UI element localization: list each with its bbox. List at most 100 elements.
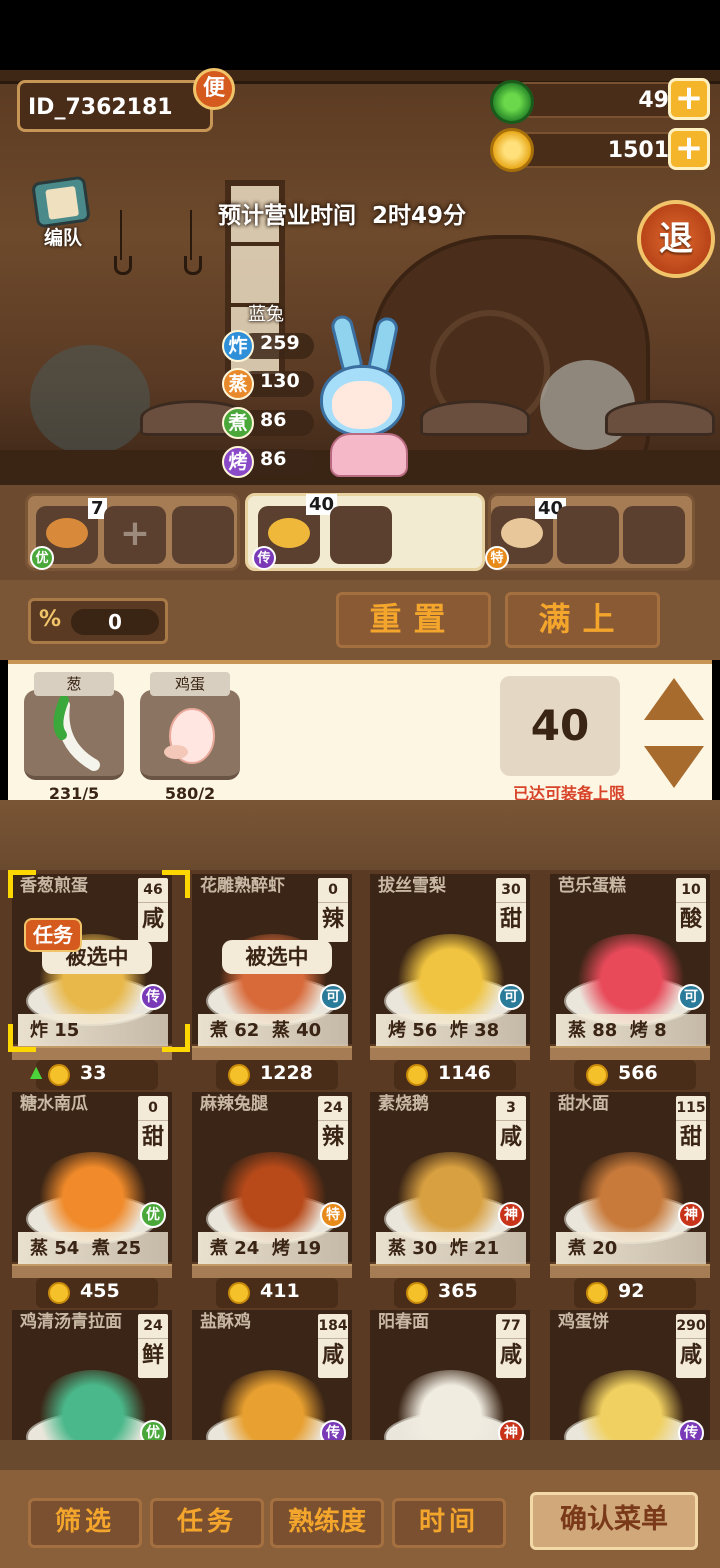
stat-steam: 蒸 130: [222, 368, 314, 400]
recipe-card[interactable]: 阳春面 77 咸神: [370, 1310, 530, 1440]
rarity-badge: 特: [485, 546, 509, 570]
empty-slot[interactable]: [172, 506, 234, 564]
attribute-text: 煮 20: [568, 1238, 618, 1259]
percent-sign: % 0: [28, 598, 168, 644]
coin-icon: [48, 1282, 70, 1304]
flavor-label: 酸: [676, 902, 706, 937]
shelf: [370, 1046, 530, 1060]
upgrade-arrow-icon: ▲: [30, 1062, 43, 1081]
bottom-bar: 筛选 任务 熟练度 时间 确认菜单: [0, 1440, 720, 1568]
flavor-label: 甜: [676, 1120, 706, 1155]
rarity-badge: 可: [498, 984, 524, 1010]
decrease-arrow-icon[interactable]: [644, 746, 704, 788]
rarity-badge: 传: [252, 546, 276, 570]
price-tag: 566: [574, 1060, 696, 1090]
recipe-card[interactable]: 甜水面 115 甜神煮 20 92: [550, 1092, 710, 1308]
price-value: 455: [80, 1280, 120, 1302]
slot-group-3[interactable]: 特 40: [485, 493, 695, 571]
recipe-name: 阳春面: [378, 1312, 429, 1332]
price-value: 566: [618, 1062, 658, 1084]
recipe-card[interactable]: 拔丝雪梨 30 甜可烤 56 炸 38 1146: [370, 874, 530, 1090]
recipe-card[interactable]: 素烧鹅 3 咸神蒸 30 炸 21 365: [370, 1092, 530, 1308]
coin-icon: [48, 1064, 70, 1086]
bunny-chef-character[interactable]: [310, 313, 425, 477]
add-dish-slot[interactable]: +: [104, 506, 166, 564]
exit-button[interactable]: 退: [637, 200, 715, 278]
cooking-attributes: 蒸 30 炸 21: [376, 1232, 526, 1264]
recipe-card[interactable]: 花雕熟醉虾 0 辣可被选中煮 62 蒸 40 1228: [192, 874, 352, 1090]
cooking-attributes: 烤 56 炸 38: [376, 1014, 526, 1046]
filter-button[interactable]: 筛选: [28, 1498, 142, 1548]
dish-thumbnail: [268, 518, 310, 548]
reset-button[interactable]: 重置: [336, 592, 491, 648]
team-label: 编队: [43, 227, 82, 249]
rarity-badge: 传: [320, 1420, 346, 1440]
shelf: [192, 1264, 352, 1278]
ingredient-scallion[interactable]: 葱 231/5: [24, 672, 124, 803]
shelf: [12, 1046, 172, 1060]
price-tag: 411: [216, 1278, 338, 1308]
convenience-badge[interactable]: 便: [193, 68, 235, 110]
coin-icon: [490, 128, 534, 172]
fill-up-button[interactable]: 满上: [505, 592, 660, 648]
proficiency-count: 290: [676, 1318, 706, 1334]
proficiency-count: 24: [323, 1100, 343, 1116]
proficiency-filter-button[interactable]: 熟练度: [270, 1498, 384, 1548]
empty-slot[interactable]: [330, 506, 392, 564]
recipe-name: 甜水面: [558, 1094, 609, 1114]
recipe-card[interactable]: 盐酥鸡 184 咸传: [192, 1310, 352, 1440]
proficiency-count: 30: [501, 882, 521, 898]
recipe-card[interactable]: 麻辣兔腿 24 辣特煮 24 烤 19 411: [192, 1092, 352, 1308]
recipe-card[interactable]: 鸡清汤青拉面 24 鲜优: [12, 1310, 172, 1440]
rarity-badge: 优: [140, 1202, 166, 1228]
recipe-name: 麻辣兔腿: [200, 1094, 268, 1114]
recipe-card[interactable]: 芭乐蛋糕 10 酸可蒸 88 烤 8 566: [550, 874, 710, 1090]
flavor-tag: 290 咸: [676, 1314, 706, 1378]
slot-group-1[interactable]: 优 7 +: [25, 493, 240, 571]
team-button[interactable]: 编队: [28, 175, 98, 249]
recipe-card[interactable]: 香葱煎蛋 46 咸传被选中 任务炸 15 33 ▲: [8, 870, 190, 1090]
flavor-tag: 0辣: [318, 878, 348, 942]
flavor-tag: 77 咸: [496, 1314, 526, 1378]
confirm-menu-button[interactable]: 确认菜单: [530, 1492, 698, 1550]
add-coin-button[interactable]: +: [668, 128, 710, 170]
task-filter-button[interactable]: 任务: [150, 1498, 264, 1548]
recipe-card[interactable]: 鸡蛋饼 290 咸传: [550, 1310, 710, 1440]
coin-icon: [586, 1282, 608, 1304]
recipe-card[interactable]: 糖水南瓜 0 甜优蒸 54 煮 25 455: [12, 1092, 172, 1308]
player-id-panel[interactable]: ID_7362181: [17, 80, 213, 132]
recipe-grid: 香葱煎蛋 46 咸传被选中 任务炸 15 33 ▲ 花雕熟醉虾 0 辣可被选中煮 62 蒸 40…: [0, 800, 720, 1440]
time-filter-button[interactable]: 时间: [392, 1498, 506, 1548]
add-jade-button[interactable]: +: [668, 78, 710, 120]
stat-roast: 烤 86: [222, 446, 314, 478]
empty-slot[interactable]: [557, 506, 619, 564]
stat-value: 259: [260, 332, 300, 354]
shelf: [370, 1264, 530, 1278]
selection-corner: [162, 870, 190, 898]
shelf: [550, 1046, 710, 1060]
increase-arrow-icon[interactable]: [644, 678, 704, 720]
proficiency-count: 77: [501, 1318, 521, 1334]
selected-label: 被选中: [222, 940, 332, 974]
stat-value: 86: [260, 448, 287, 470]
cooking-attributes: 煮 62 蒸 40: [198, 1014, 348, 1046]
ingredient-egg[interactable]: 鸡蛋 580/2: [140, 672, 240, 803]
empty-slot[interactable]: [623, 506, 685, 564]
proficiency-count: 115: [676, 1100, 706, 1116]
flavor-label: 甜: [138, 1120, 168, 1155]
flavor-tag: 24 鲜: [138, 1314, 168, 1378]
percent-icon: %: [39, 607, 62, 632]
percent-value: 0: [71, 609, 159, 635]
slot-group-2[interactable]: 传 40: [245, 493, 485, 571]
chef-character-left[interactable]: [30, 345, 150, 455]
proficiency-count: 3: [506, 1100, 516, 1116]
business-time: 预计营业时间 2时49分: [218, 203, 467, 229]
recipe-name: 拔丝雪梨: [378, 876, 446, 896]
attribute-text: 蒸 88 烤 8: [568, 1020, 667, 1041]
rarity-badge: 优: [140, 1420, 166, 1440]
proficiency-count: 10: [681, 882, 701, 898]
rarity-badge: 特: [320, 1202, 346, 1228]
recipe-name: 鸡清汤青拉面: [20, 1312, 122, 1332]
jade-icon: [490, 80, 534, 124]
ingredient-name: 鸡蛋: [150, 672, 230, 696]
